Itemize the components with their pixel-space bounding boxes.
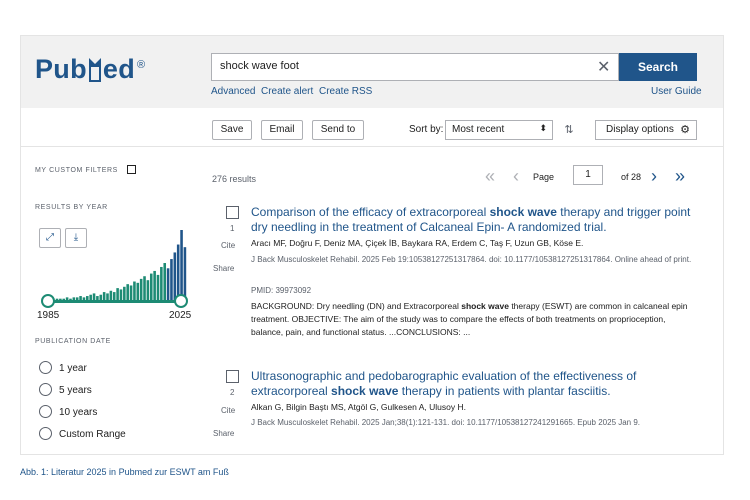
histogram-bar[interactable]	[143, 276, 146, 300]
year-range-track[interactable]	[47, 300, 181, 303]
previous-page-icon[interactable]: ‹	[513, 166, 519, 187]
cite-button[interactable]: Cite	[221, 406, 235, 415]
radio-circle[interactable]	[39, 405, 52, 418]
histogram-bar[interactable]	[102, 292, 106, 300]
sort-by-label: Sort by:	[409, 124, 444, 135]
publication-date-label: PUBLICATION DATE	[35, 338, 111, 345]
article-checkbox[interactable]	[226, 206, 239, 219]
pubmed-screenshot-frame: Pub ed ® shock wave foot ✕ Search Advanced…	[20, 35, 724, 455]
toolbar-divider	[21, 146, 723, 147]
radio-circle[interactable]	[39, 383, 52, 396]
date-filter-10-years[interactable]: 10 years	[39, 405, 97, 418]
histogram-bar[interactable]	[183, 247, 187, 300]
sort-order-icon[interactable]: ⇅	[559, 120, 579, 140]
article-number: 1	[230, 224, 235, 233]
create-rss-link[interactable]: Create RSS	[319, 86, 372, 97]
histogram-bar[interactable]	[146, 280, 150, 300]
histogram-bar[interactable]	[109, 290, 113, 300]
last-page-icon[interactable]: »	[675, 166, 685, 187]
my-custom-filters-label[interactable]: MY CUSTOM FILTERS	[35, 167, 118, 174]
histogram-bar[interactable]	[170, 259, 173, 300]
create-alert-link[interactable]: Create alert	[261, 86, 313, 97]
page-label: Page	[533, 172, 555, 182]
histogram-bar[interactable]	[176, 244, 180, 300]
article-pmid: PMID: 39973092	[251, 286, 312, 295]
article-snippet: BACKGROUND: Dry needling (DN) and Extrac…	[251, 301, 688, 337]
article-title-link[interactable]: Ultrasonographic and pedobarographic eva…	[251, 369, 696, 399]
search-button[interactable]: Search	[619, 53, 697, 81]
article-checkbox[interactable]	[226, 370, 239, 383]
article-citation: J Back Musculoskelet Rehabil. 2025 Jan;3…	[251, 418, 641, 427]
save-button[interactable]: Save	[212, 120, 252, 140]
figure-caption: Abb. 1: Literatur 2025 in Pubmed zur ESW…	[20, 467, 229, 477]
year-start-label: 1985	[37, 310, 60, 321]
histogram-bar[interactable]	[153, 270, 156, 300]
histogram-bar[interactable]	[129, 285, 133, 300]
article-authors: Aracı MF, Doğru F, Deniz MA, Çiçek İB, B…	[251, 238, 584, 248]
article-number: 2	[230, 388, 235, 397]
results-by-year-histogram	[49, 230, 187, 300]
external-link-icon[interactable]	[127, 165, 136, 174]
header: Pub ed ® shock wave foot ✕ Search Advanced…	[21, 36, 723, 108]
clear-search-icon[interactable]: ✕	[597, 57, 610, 77]
histogram-bar[interactable]	[92, 293, 96, 300]
histogram-bar[interactable]	[166, 268, 170, 300]
select-updown-icon: ⬍	[539, 123, 547, 133]
histogram-bar[interactable]	[133, 281, 136, 300]
page-number-input[interactable]: 1	[573, 165, 603, 185]
next-page-icon[interactable]: ›	[651, 166, 657, 187]
year-end-label: 2025	[169, 310, 192, 321]
display-options-button[interactable]: Display options ⚙	[595, 120, 697, 140]
page-total: of 28	[621, 172, 642, 182]
histogram-bar[interactable]	[106, 293, 109, 300]
send-to-button[interactable]: Send to	[312, 120, 364, 140]
article-citation: J Back Musculoskelet Rehabil. 2025 Feb 1…	[251, 255, 692, 264]
histogram-bar[interactable]	[112, 292, 116, 300]
advanced-link[interactable]: Advanced	[211, 86, 255, 97]
histogram-bar[interactable]	[163, 263, 167, 300]
first-page-icon[interactable]: «	[485, 166, 495, 187]
date-filter-5-years[interactable]: 5 years	[39, 383, 92, 396]
histogram-bar[interactable]	[149, 273, 153, 300]
year-start-handle[interactable]	[41, 294, 55, 308]
results-by-year-label: RESULTS BY YEAR	[35, 204, 108, 211]
histogram-bar[interactable]	[173, 252, 177, 300]
user-guide-link[interactable]: User Guide	[651, 86, 702, 97]
histogram-bar[interactable]	[116, 288, 119, 300]
pubmed-logo[interactable]: Pub ed ®	[35, 54, 145, 85]
histogram-bar[interactable]	[156, 274, 160, 300]
radio-circle[interactable]	[39, 427, 52, 440]
email-button[interactable]: Email	[261, 120, 303, 140]
histogram-bar[interactable]	[119, 289, 123, 300]
histogram-bar[interactable]	[160, 266, 163, 300]
sort-select[interactable]: Most recent ⬍	[445, 120, 553, 140]
search-input[interactable]: shock wave foot	[211, 53, 619, 81]
gear-icon: ⚙	[680, 124, 690, 136]
article-title-link[interactable]: Comparison of the efficacy of extracorpo…	[251, 205, 696, 235]
share-button[interactable]: Share	[213, 429, 234, 438]
histogram-bar[interactable]	[123, 286, 126, 300]
cite-button[interactable]: Cite	[221, 241, 235, 250]
share-button[interactable]: Share	[213, 264, 234, 273]
histogram-bar[interactable]	[180, 230, 183, 300]
results-count: 276 results	[212, 174, 257, 184]
date-filter-1-year[interactable]: 1 year	[39, 361, 87, 374]
date-filter-custom-range[interactable]: Custom Range	[39, 427, 126, 440]
histogram-bar[interactable]	[139, 278, 143, 300]
article-authors: Alkan G, Bilgin Baştı MS, Atgöl G, Gulke…	[251, 402, 466, 412]
year-end-handle[interactable]	[174, 294, 188, 308]
histogram-bar[interactable]	[136, 282, 140, 300]
histogram-bar[interactable]	[126, 284, 129, 300]
radio-circle[interactable]	[39, 361, 52, 374]
logo-m-mark-icon	[88, 58, 101, 82]
